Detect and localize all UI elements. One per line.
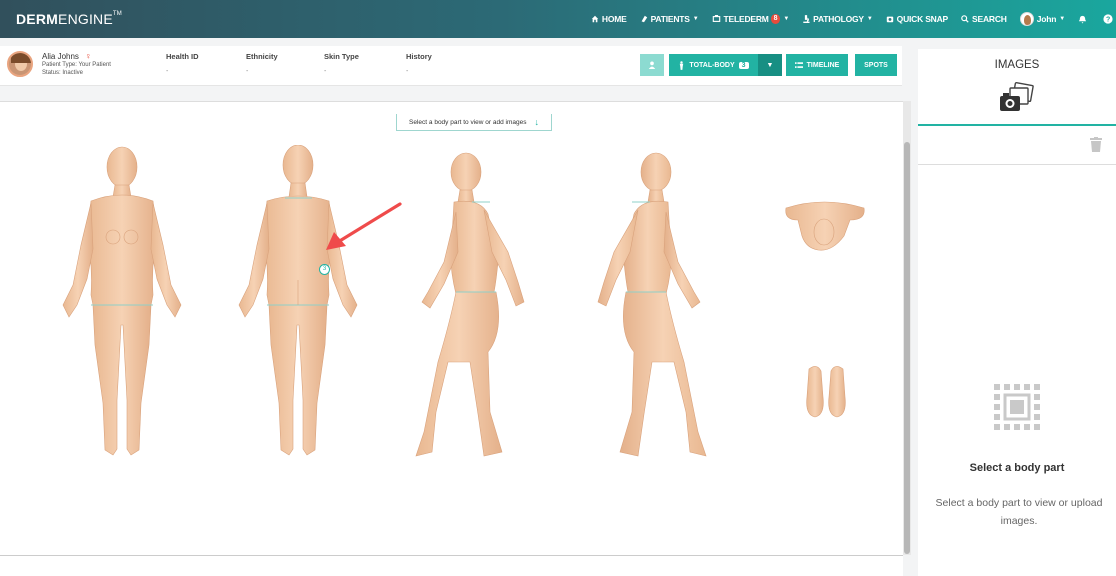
patient-view-button[interactable]	[640, 54, 664, 76]
timeline-button[interactable]: TIMELINE	[786, 54, 848, 76]
panel-divider	[918, 164, 1116, 165]
annotation-arrow	[326, 202, 402, 250]
skin-type-label: Skin Type	[324, 52, 359, 61]
panel-tab-indicator	[918, 124, 1116, 126]
chevron-down-icon: ▼	[783, 16, 790, 22]
empty-state-title: Select a body part	[969, 462, 1065, 474]
chevron-down-icon: ▼	[866, 16, 873, 22]
nav-quick-snap[interactable]: QUICK SNAP	[886, 14, 948, 24]
body-front-figure[interactable]	[55, 145, 190, 463]
empty-state-text: Select a body part to view or upload ima…	[935, 497, 1103, 527]
dermengine-logo[interactable]: DERMENGINETM	[16, 11, 122, 27]
nav-user-menu[interactable]: John ▼	[1019, 12, 1065, 26]
user-icon	[648, 61, 656, 69]
nav-search[interactable]: SEARCH	[961, 14, 1007, 24]
skin-type-value: -	[324, 68, 327, 75]
home-icon	[591, 15, 599, 23]
top-navbar: DERMENGINETM HOME PATIENTS ▼ TELEDERM 8 ▼…	[0, 0, 1116, 38]
telederm-badge: 8	[770, 14, 781, 24]
nav-pathology[interactable]: PATHOLOGY ▼	[802, 14, 873, 24]
photo-stack-icon	[1000, 82, 1034, 111]
nav-notifications[interactable]	[1078, 15, 1090, 24]
health-id-value: -	[166, 68, 169, 75]
feet-soles-figure[interactable]	[803, 363, 849, 419]
images-panel: IMAGES Select a body part Select a body …	[918, 49, 1116, 576]
list-icon	[794, 61, 803, 68]
ethnicity-value: -	[246, 68, 249, 75]
total-body-count: 3	[738, 61, 749, 69]
microscope-icon	[803, 14, 810, 23]
chevron-down-icon: ▼	[692, 16, 699, 22]
canvas-footer	[0, 555, 903, 576]
camera-icon	[886, 16, 893, 23]
body-icon	[680, 60, 684, 70]
user-avatar	[1019, 12, 1034, 26]
nav-help[interactable]: ?	[1103, 14, 1116, 24]
nav-home[interactable]: HOME	[591, 14, 627, 24]
head-top-figure[interactable]	[784, 196, 866, 252]
help-icon: ?	[1103, 14, 1113, 24]
telederm-icon	[712, 15, 720, 22]
patients-icon	[641, 15, 647, 23]
search-icon	[961, 15, 969, 23]
female-icon: ♀	[84, 51, 92, 61]
history-value: -	[406, 68, 409, 75]
health-id-label: Health ID	[166, 52, 199, 61]
total-body-button[interactable]: TOTAL-BODY 3	[669, 54, 758, 76]
caret-down-icon: ▼	[766, 61, 774, 69]
body-right-side-figure[interactable]	[594, 152, 714, 464]
canvas-scrollbar-thumb[interactable]	[904, 142, 910, 554]
patient-status: Status: Inactive	[42, 70, 84, 76]
images-panel-title: IMAGES	[994, 59, 1040, 71]
patient-type: Patient Type: Your Patient	[42, 62, 111, 68]
spot-marker[interactable]: 3	[319, 264, 330, 275]
patient-name[interactable]: Alia Johns ♀	[42, 51, 92, 61]
trash-icon[interactable]	[1090, 137, 1102, 152]
ethnicity-label: Ethnicity	[246, 52, 278, 61]
bell-icon	[1078, 15, 1087, 24]
svg-text:?: ?	[1106, 17, 1110, 24]
history-label: History	[406, 52, 432, 61]
patient-avatar[interactable]	[7, 51, 33, 77]
spots-button[interactable]: SPOTS	[855, 54, 897, 76]
chevron-down-icon: ▼	[1059, 16, 1065, 22]
body-part-hint: Select a body part to view or add images…	[396, 114, 552, 131]
select-body-part-icon	[994, 384, 1040, 430]
arrow-down-icon: ↓	[534, 117, 539, 127]
body-back-figure[interactable]	[230, 145, 365, 463]
body-left-side-figure[interactable]	[408, 152, 528, 464]
nav-telederm[interactable]: TELEDERM 8 ▼	[712, 14, 790, 24]
total-body-dropdown-toggle[interactable]: ▼	[758, 54, 782, 76]
nav-patients[interactable]: PATIENTS ▼	[640, 14, 699, 24]
